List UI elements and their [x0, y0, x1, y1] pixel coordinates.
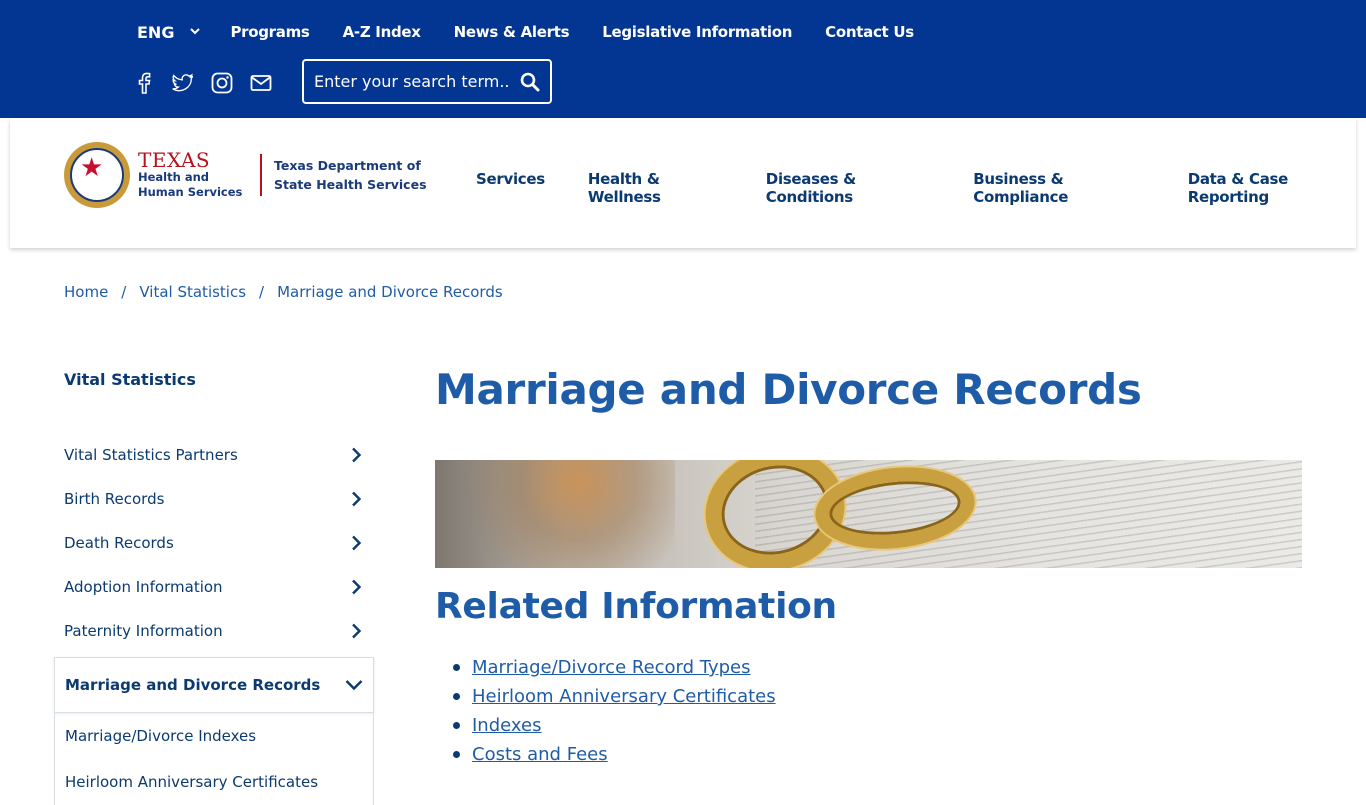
utility-link-az-index[interactable]: A-Z Index: [343, 23, 421, 41]
sidebar-item-label: Birth Records: [64, 490, 165, 508]
nav-services[interactable]: Services: [476, 170, 545, 206]
utility-link-legislative[interactable]: Legislative Information: [602, 23, 792, 41]
utility-nav: ENG Programs A-Z Index News & Alerts Leg…: [137, 20, 947, 44]
sidebar-subitem-indexes[interactable]: Marriage/Divorce Indexes: [55, 713, 373, 759]
site-header: ★ TEXAS Health and Human Services Texas …: [10, 118, 1356, 248]
page-title: Marriage and Divorce Records: [435, 365, 1142, 414]
search-box: [302, 59, 552, 104]
sidebar-subitem-heirloom[interactable]: Heirloom Anniversary Certificates: [55, 759, 373, 805]
top-utility-bar: ENG Programs A-Z Index News & Alerts Leg…: [0, 0, 1366, 118]
nav-diseases-conditions[interactable]: Diseases & Conditions: [766, 170, 930, 206]
chevron-right-icon: [352, 579, 362, 595]
social-links: [133, 72, 289, 94]
list-item: Indexes: [435, 711, 1302, 740]
logo-texas: TEXAS: [138, 148, 211, 172]
chevron-right-icon: [352, 623, 362, 639]
sidebar-item-birth[interactable]: Birth Records: [54, 477, 374, 521]
breadcrumb: Home / Vital Statistics / Marriage and D…: [64, 283, 503, 301]
utility-link-news-alerts[interactable]: News & Alerts: [454, 23, 570, 41]
utility-link-contact[interactable]: Contact Us: [825, 23, 914, 41]
breadcrumb-separator: /: [121, 283, 127, 301]
breadcrumb-current[interactable]: Marriage and Divorce Records: [277, 283, 503, 301]
sidebar-item-partners[interactable]: Vital Statistics Partners: [54, 433, 374, 477]
chevron-right-icon: [352, 447, 362, 463]
chevron-down-icon: [345, 680, 363, 691]
wedding-rings-banner-image: [435, 460, 1302, 568]
related-link[interactable]: Indexes: [472, 715, 541, 736]
nav-business-compliance[interactable]: Business & Compliance: [973, 170, 1144, 206]
breadcrumb-vital-statistics[interactable]: Vital Statistics: [139, 283, 246, 301]
list-item: Costs and Fees: [435, 740, 1302, 769]
chevron-right-icon: [352, 535, 362, 551]
logo-hhs: Health and Human Services: [138, 170, 243, 199]
instagram-icon[interactable]: [211, 72, 233, 94]
list-item: Heirloom Anniversary Certificates: [435, 682, 1302, 711]
language-selector[interactable]: ENG: [137, 22, 201, 42]
nav-data-case-reporting[interactable]: Data & Case Reporting: [1188, 170, 1356, 206]
main-nav: Services Health & Wellness Diseases & Co…: [476, 170, 1356, 206]
hhs-logo-text: TEXAS Health and Human Services: [138, 150, 248, 200]
sidebar-subitems: Marriage/Divorce Indexes Heirloom Annive…: [54, 713, 374, 805]
related-link[interactable]: Costs and Fees: [472, 744, 608, 765]
sidebar-item-paternity[interactable]: Paternity Information: [54, 609, 374, 653]
facebook-icon[interactable]: [133, 72, 155, 94]
chevron-down-icon: [190, 27, 201, 38]
sidebar-item-marriage-divorce[interactable]: Marriage and Divorce Records: [54, 657, 374, 713]
search-icon[interactable]: [518, 70, 542, 94]
sidebar-item-death[interactable]: Death Records: [54, 521, 374, 565]
email-icon[interactable]: [250, 72, 272, 94]
bullet-icon: [453, 751, 460, 758]
site-logo[interactable]: ★ TEXAS Health and Human Services Texas …: [64, 142, 434, 208]
main-content: Marriage and Divorce Records Related Inf…: [435, 360, 1302, 769]
related-information-heading: Related Information: [435, 586, 837, 627]
sidebar-item-label: Death Records: [64, 534, 174, 552]
bullet-icon: [453, 722, 460, 729]
logo-divider: [260, 154, 262, 196]
sidebar-item-label: Vital Statistics Partners: [64, 446, 238, 464]
bullet-icon: [453, 693, 460, 700]
related-link[interactable]: Marriage/Divorce Record Types: [472, 657, 751, 678]
chevron-right-icon: [352, 491, 362, 507]
sidebar-item-label: Adoption Information: [64, 578, 223, 596]
bullet-icon: [453, 664, 460, 671]
twitter-icon[interactable]: [172, 72, 194, 94]
breadcrumb-home[interactable]: Home: [64, 283, 108, 301]
related-links-list: Marriage/Divorce Record Types Heirloom A…: [435, 653, 1302, 769]
related-link[interactable]: Heirloom Anniversary Certificates: [472, 686, 776, 707]
texas-seal-icon: ★: [64, 142, 130, 208]
sidebar-title[interactable]: Vital Statistics: [64, 370, 374, 400]
list-item: Marriage/Divorce Record Types: [435, 653, 1302, 682]
utility-link-programs[interactable]: Programs: [230, 23, 309, 41]
sidebar-nav: Vital Statistics Vital Statistics Partne…: [54, 370, 374, 805]
language-label: ENG: [137, 22, 175, 42]
logo-dshs: Texas Department of State Health Service…: [274, 158, 427, 192]
sidebar-item-label: Marriage and Divorce Records: [65, 676, 321, 694]
sidebar-item-label: Paternity Information: [64, 622, 223, 640]
breadcrumb-separator: /: [259, 283, 265, 301]
sidebar-item-adoption[interactable]: Adoption Information: [54, 565, 374, 609]
nav-health-wellness[interactable]: Health & Wellness: [588, 170, 723, 206]
search-input[interactable]: [314, 72, 510, 91]
